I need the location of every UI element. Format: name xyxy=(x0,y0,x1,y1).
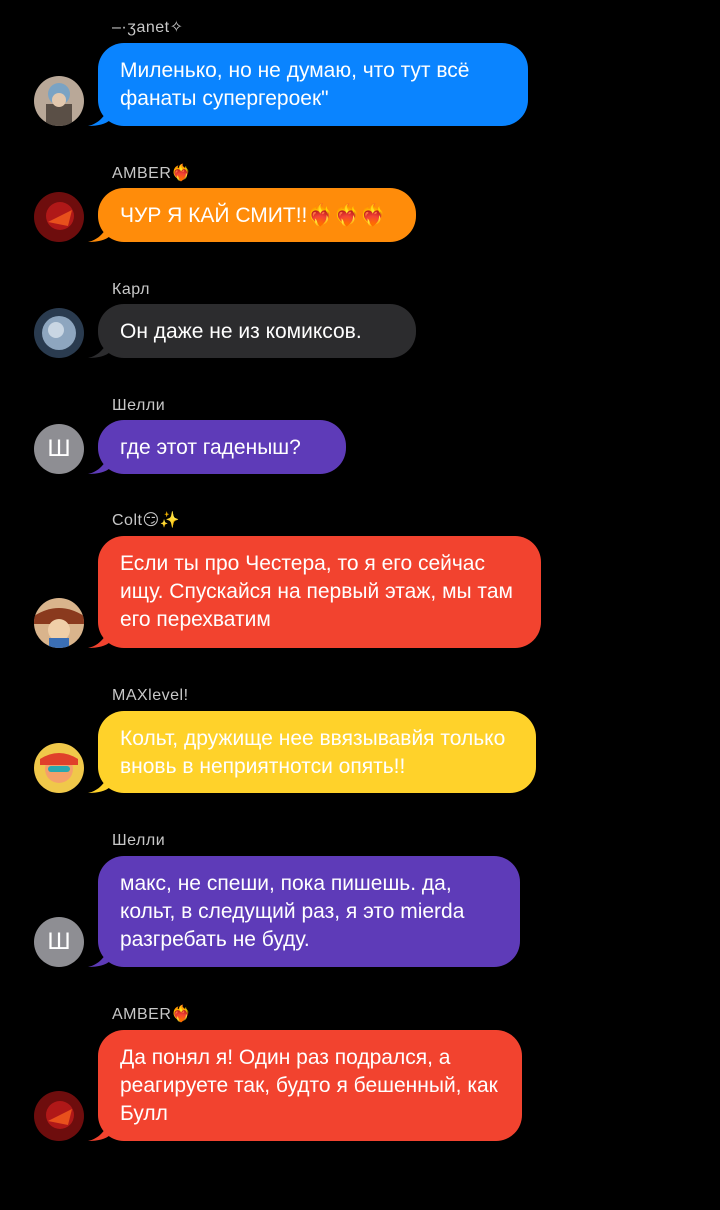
avatar[interactable] xyxy=(34,598,84,648)
avatar[interactable] xyxy=(34,743,84,793)
avatar-image xyxy=(34,192,84,242)
sender-name: AMBER❤️‍🔥 xyxy=(112,165,192,182)
message-bubble[interactable]: Да понял я! Один раз подрался, а реагиру… xyxy=(98,1030,522,1141)
avatar[interactable] xyxy=(34,76,84,126)
sender-name: Colt😏✨ xyxy=(112,512,181,529)
avatar-image xyxy=(34,743,84,793)
sender-name: Шелли xyxy=(112,397,166,414)
sender-name: AMBER❤️‍🔥 xyxy=(112,1006,192,1023)
avatar[interactable] xyxy=(34,1091,84,1141)
message-bubble[interactable]: Если ты про Честера, то я его сейчас ищу… xyxy=(98,536,541,648)
avatar[interactable]: Ш xyxy=(34,424,84,474)
sender-name: Шелли xyxy=(112,832,166,849)
avatar-image xyxy=(34,1091,84,1141)
message-bubble[interactable]: макс, не спеши, пока пишешь. да, кольт, … xyxy=(98,856,520,967)
sender-name: –·ʒanet✧ xyxy=(112,19,184,36)
message-bubble[interactable]: Он даже не из комиксов. xyxy=(98,304,416,358)
message-bubble[interactable]: где этот гаденыш? xyxy=(98,420,346,474)
avatar-image xyxy=(34,76,84,126)
avatar-image xyxy=(34,308,84,358)
avatar-image xyxy=(34,598,84,648)
sender-name: MAXlevel! xyxy=(112,687,189,704)
avatar[interactable]: Ш xyxy=(34,917,84,967)
avatar[interactable] xyxy=(34,192,84,242)
sender-name: Карл xyxy=(112,281,150,298)
message-bubble[interactable]: ЧУР Я КАЙ СМИТ!!❤️‍🔥❤️‍🔥❤️‍🔥 xyxy=(98,188,416,242)
message-bubble[interactable]: Кольт, дружище нее ввязывавйя только вно… xyxy=(98,711,536,793)
avatar[interactable] xyxy=(34,308,84,358)
message-bubble[interactable]: Миленько, но не думаю, что тут всё фанат… xyxy=(98,43,528,126)
